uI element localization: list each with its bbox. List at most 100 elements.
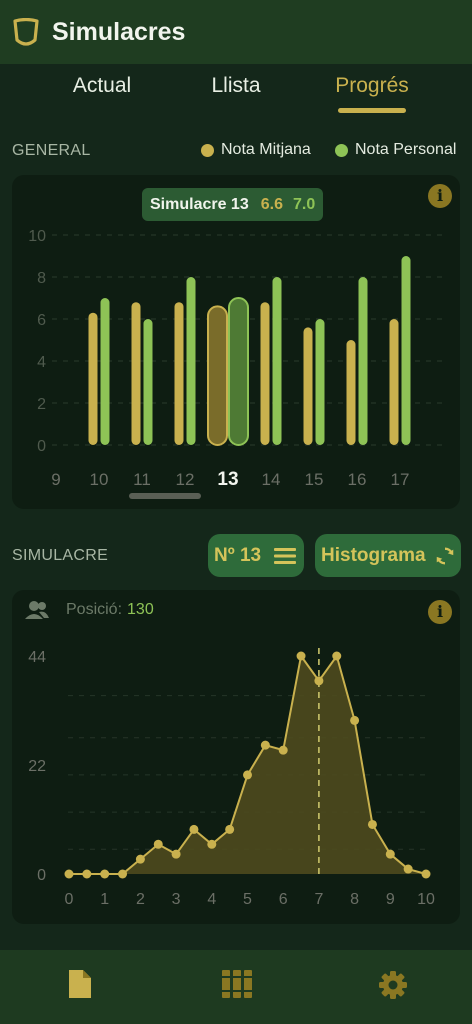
- bar-mean: [207, 305, 228, 446]
- tab-bar: Actual Llista Progrés: [0, 64, 472, 114]
- bar-personal: [100, 298, 110, 445]
- x-tick-label: 16: [348, 470, 367, 489]
- legend-personal-dot: [335, 143, 348, 157]
- x-tick-label: 8: [350, 891, 359, 908]
- y-tick-label: 6: [37, 312, 46, 329]
- books-icon[interactable]: [221, 968, 253, 1000]
- bar-mean: [346, 340, 356, 445]
- bar-mean: [174, 302, 184, 445]
- tab-indicator: [338, 108, 406, 113]
- y-tick-label: 0: [37, 867, 46, 884]
- x-tick-label: 9: [386, 891, 395, 908]
- y-tick-label: 44: [28, 649, 46, 666]
- x-tick-label: 15: [305, 470, 324, 489]
- histogram-button[interactable]: Histograma: [315, 534, 461, 577]
- bar-personal: [143, 319, 153, 445]
- refresh-icon: [436, 546, 453, 565]
- histogram-point: [296, 651, 306, 661]
- histogram-point: [260, 740, 270, 750]
- tab-actual[interactable]: Actual: [60, 74, 144, 98]
- bar-personal: [186, 277, 196, 445]
- tab-progres[interactable]: Progrés: [326, 74, 418, 98]
- x-tick-label: 5: [243, 891, 252, 908]
- legend-personal-label: Nota Personal: [355, 141, 457, 158]
- tooltip-title: Simulacre 13: [150, 195, 249, 213]
- x-tick-label: 17: [391, 470, 410, 489]
- x-tick-label: 14: [262, 470, 281, 489]
- histogram-point: [403, 864, 413, 874]
- x-tick-label-partial: 9: [51, 470, 60, 489]
- histogram-point: [332, 651, 342, 661]
- document-icon[interactable]: [67, 968, 93, 1000]
- histogram-point: [385, 849, 395, 859]
- x-tick-label: 0: [65, 891, 74, 908]
- legend-mean-label: Nota Mitjana: [221, 141, 311, 158]
- bar-personal: [315, 319, 325, 445]
- histogram-chart[interactable]: 0 22 44 0 1 2 3 4 5 6 7 8 9 10: [12, 590, 460, 924]
- general-section-label: GENERAL: [12, 142, 91, 159]
- bar-mean: [88, 312, 98, 445]
- x-tick-label: 3: [172, 891, 181, 908]
- simulacre-number-button[interactable]: Nº 13: [208, 534, 304, 577]
- x-tick-label: 10: [90, 470, 109, 489]
- y-tick-label: 10: [28, 228, 46, 245]
- chart-scroll-thumb[interactable]: [129, 493, 201, 499]
- histogram-point: [421, 869, 431, 879]
- histogram-point: [100, 869, 110, 879]
- histogram-point: [278, 745, 288, 755]
- histogram-point: [118, 869, 128, 879]
- histogram-button-label: Histograma: [321, 544, 426, 566]
- general-bar-chart[interactable]: 0 2 4 6 8 10 9 10 11 12 13 14 15 16 17: [12, 175, 460, 509]
- y-tick-label: 2: [37, 396, 46, 413]
- y-tick-label: 22: [28, 758, 46, 775]
- app-bar: Simulacres: [0, 0, 472, 64]
- histogram-point: [135, 854, 145, 864]
- bar-personal: [272, 277, 282, 445]
- legend-personal: Nota Personal: [335, 141, 456, 159]
- x-tick-label: 6: [279, 891, 288, 908]
- legend-mean-dot: [201, 143, 214, 157]
- x-tick-label: 11: [133, 470, 151, 489]
- simulacre-number-label: Nº 13: [214, 544, 262, 566]
- x-tick-label: 1: [100, 891, 109, 908]
- menu-icon: [274, 547, 297, 564]
- histogram-point: [367, 819, 377, 829]
- histogram-point: [153, 839, 163, 849]
- chart-tooltip: Simulacre 13 6.6 7.0: [142, 188, 324, 221]
- y-tick-label: 8: [37, 270, 46, 287]
- x-tick-label: 13: [217, 469, 238, 490]
- bar-mean: [131, 302, 141, 445]
- histogram-point: [350, 715, 360, 725]
- x-tick-label: 10: [417, 891, 435, 908]
- histogram-area: [69, 656, 426, 874]
- y-tick-label: 0: [37, 438, 46, 455]
- x-tick-label: 4: [207, 891, 216, 908]
- x-tick-label: 12: [176, 470, 195, 489]
- histogram-point: [225, 824, 235, 834]
- histogram-point: [207, 839, 217, 849]
- histogram-point: [64, 869, 74, 879]
- x-tick-label: 2: [136, 891, 145, 908]
- bar-mean: [260, 302, 270, 445]
- tab-llista[interactable]: Llista: [196, 74, 276, 98]
- bar-mean: [389, 319, 399, 445]
- histogram-point: [189, 824, 199, 834]
- legend-mean: Nota Mitjana: [201, 141, 311, 159]
- bar-personal: [401, 256, 411, 445]
- simulacre-section-label: SIMULACRE: [12, 547, 109, 564]
- shield-icon: [13, 18, 39, 46]
- bottom-nav: [0, 950, 472, 1024]
- bar-mean: [303, 327, 313, 445]
- y-tick-label: 4: [37, 354, 46, 371]
- app-title: Simulacres: [52, 18, 186, 46]
- tooltip-personal-value: 7.0: [292, 195, 316, 213]
- gear-icon[interactable]: [378, 970, 408, 1000]
- tooltip-mean-value: 6.6: [260, 195, 283, 213]
- x-tick-label: 7: [314, 891, 323, 908]
- histogram-point: [243, 770, 252, 780]
- bar-personal: [228, 297, 249, 446]
- histogram-point: [314, 676, 324, 686]
- histogram-point: [171, 849, 181, 859]
- bar-personal: [358, 277, 368, 445]
- histogram-point: [82, 869, 92, 879]
